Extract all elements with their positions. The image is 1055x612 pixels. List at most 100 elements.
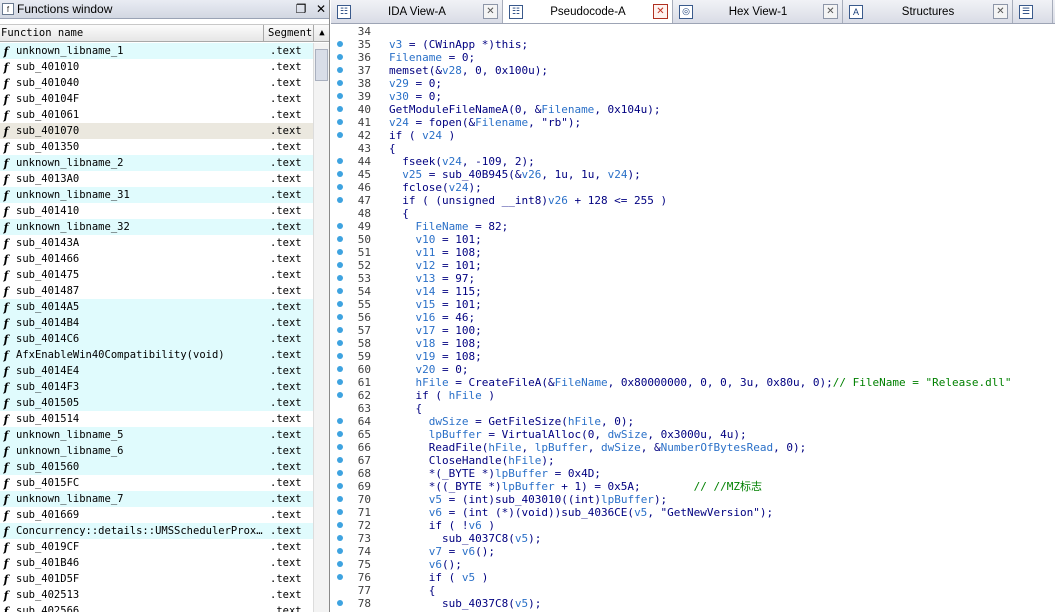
function-row[interactable]: f unknown_libname_5 .text — [0, 427, 313, 443]
code-line[interactable]: 59 v19 = 108; — [331, 350, 1055, 363]
function-row[interactable]: f sub_4014B4 .text — [0, 315, 313, 331]
breakpoint-dot-icon[interactable] — [337, 444, 343, 450]
function-row[interactable]: f sub_401B46 .text — [0, 555, 313, 571]
code-line[interactable]: 68 *(_BYTE *)lpBuffer = 0x4D; — [331, 467, 1055, 480]
function-row[interactable]: f sub_401D5F .text — [0, 571, 313, 587]
breakpoint-dot-icon[interactable] — [337, 301, 343, 307]
breakpoint-dot-icon[interactable] — [337, 132, 343, 138]
function-row[interactable]: f sub_4014E4 .text — [0, 363, 313, 379]
breakpoint-dot-icon[interactable] — [337, 197, 343, 203]
restore-window-icon[interactable]: ❐ — [293, 1, 309, 17]
code-line[interactable]: 55 v15 = 101; — [331, 298, 1055, 311]
breakpoint-dot-icon[interactable] — [337, 67, 343, 73]
breakpoint-dot-icon[interactable] — [337, 535, 343, 541]
code-line[interactable]: 74 v7 = v6(); — [331, 545, 1055, 558]
breakpoint-dot-icon[interactable] — [337, 119, 343, 125]
breakpoint-dot-icon[interactable] — [337, 249, 343, 255]
function-row[interactable]: f sub_401010 .text — [0, 59, 313, 75]
code-line[interactable]: 51 v11 = 108; — [331, 246, 1055, 259]
breakpoint-dot-icon[interactable] — [337, 314, 343, 320]
code-line[interactable]: 67 CloseHandle(hFile); — [331, 454, 1055, 467]
function-row[interactable]: f sub_4014A5 .text — [0, 299, 313, 315]
breakpoint-dot-icon[interactable] — [337, 223, 343, 229]
function-row[interactable]: f sub_4013A0 .text — [0, 171, 313, 187]
code-line[interactable]: 65 lpBuffer = VirtualAlloc(0, dwSize, 0x… — [331, 428, 1055, 441]
tab-ida-view-a[interactable]: ☷ IDA View-A ✕ — [331, 0, 503, 23]
breakpoint-dot-icon[interactable] — [337, 600, 343, 606]
function-row[interactable]: f unknown_libname_1 .text — [0, 43, 313, 59]
breakpoint-dot-icon[interactable] — [337, 522, 343, 528]
breakpoint-dot-icon[interactable] — [337, 80, 343, 86]
function-row[interactable]: f sub_401350 .text — [0, 139, 313, 155]
function-row[interactable]: f sub_402566 .text — [0, 603, 313, 612]
breakpoint-dot-icon[interactable] — [337, 418, 343, 424]
function-row[interactable]: f sub_4014C6 .text — [0, 331, 313, 347]
function-row[interactable]: f unknown_libname_31 .text — [0, 187, 313, 203]
code-line[interactable]: 34 — [331, 25, 1055, 38]
code-line[interactable]: 54 v14 = 115; — [331, 285, 1055, 298]
breakpoint-dot-icon[interactable] — [337, 470, 343, 476]
code-line[interactable]: 77 { — [331, 584, 1055, 597]
pseudocode-view[interactable]: 34 35 v3 = (CWinApp *)this; 36 Filename = 0;… — [331, 25, 1055, 612]
breakpoint-dot-icon[interactable] — [337, 392, 343, 398]
code-line[interactable]: 35 v3 = (CWinApp *)this; — [331, 38, 1055, 51]
code-line[interactable]: 75 v6(); — [331, 558, 1055, 571]
breakpoint-dot-icon[interactable] — [337, 431, 343, 437]
function-row[interactable]: f AfxEnableWin40Compatibility(void) .text — [0, 347, 313, 363]
tab-close-icon[interactable]: ✕ — [653, 4, 668, 19]
code-line[interactable]: 57 v17 = 100; — [331, 324, 1055, 337]
breakpoint-dot-icon[interactable] — [337, 288, 343, 294]
code-line[interactable]: 58 v18 = 108; — [331, 337, 1055, 350]
breakpoint-dot-icon[interactable] — [337, 275, 343, 281]
function-row[interactable]: f unknown_libname_6 .text — [0, 443, 313, 459]
function-row[interactable]: f sub_4015FC .text — [0, 475, 313, 491]
code-line[interactable]: 37 memset(&v28, 0, 0x100u); — [331, 64, 1055, 77]
code-line[interactable]: 66 ReadFile(hFile, lpBuffer, dwSize, &Nu… — [331, 441, 1055, 454]
breakpoint-dot-icon[interactable] — [337, 548, 343, 554]
function-row[interactable]: f sub_401410 .text — [0, 203, 313, 219]
function-row[interactable]: f sub_40104F .text — [0, 91, 313, 107]
column-header-segment[interactable]: Segment — [264, 25, 314, 41]
breakpoint-dot-icon[interactable] — [337, 184, 343, 190]
function-row[interactable]: f sub_4014F3 .text — [0, 379, 313, 395]
function-row[interactable]: f unknown_libname_32 .text — [0, 219, 313, 235]
code-line[interactable]: 38 v29 = 0; — [331, 77, 1055, 90]
function-row[interactable]: f sub_401514 .text — [0, 411, 313, 427]
code-line[interactable]: 72 if ( !v6 ) — [331, 519, 1055, 532]
code-line[interactable]: 39 v30 = 0; — [331, 90, 1055, 103]
code-line[interactable]: 48 { — [331, 207, 1055, 220]
column-header-function-name[interactable]: Function name — [0, 25, 264, 41]
breakpoint-dot-icon[interactable] — [337, 327, 343, 333]
breakpoint-dot-icon[interactable] — [337, 158, 343, 164]
function-row[interactable]: f sub_401040 .text — [0, 75, 313, 91]
sort-up-icon[interactable]: ▲ — [314, 25, 329, 41]
code-line[interactable]: 49 FileName = 82; — [331, 220, 1055, 233]
scrollbar-thumb[interactable] — [315, 49, 328, 81]
breakpoint-dot-icon[interactable] — [337, 106, 343, 112]
code-line[interactable]: 61 hFile = CreateFileA(&FileName, 0x8000… — [331, 376, 1055, 389]
breakpoint-dot-icon[interactable] — [337, 574, 343, 580]
code-line[interactable]: 52 v12 = 101; — [331, 259, 1055, 272]
breakpoint-dot-icon[interactable] — [337, 236, 343, 242]
tab-extra[interactable]: ☰ — [1013, 0, 1053, 23]
function-row[interactable]: f sub_40143A .text — [0, 235, 313, 251]
function-row[interactable]: f sub_401466 .text — [0, 251, 313, 267]
function-row[interactable]: f sub_401070 .text — [0, 123, 313, 139]
breakpoint-dot-icon[interactable] — [337, 366, 343, 372]
close-window-icon[interactable]: ✕ — [313, 1, 329, 17]
code-line[interactable]: 36 Filename = 0; — [331, 51, 1055, 64]
code-line[interactable]: 46 fclose(v24); — [331, 181, 1055, 194]
tab-hex-view-1[interactable]: ◎ Hex View-1 ✕ — [673, 0, 843, 23]
code-line[interactable]: 56 v16 = 46; — [331, 311, 1055, 324]
code-line[interactable]: 71 v6 = (int (*)(void))sub_4036CE(v5, "G… — [331, 506, 1055, 519]
tab-close-icon[interactable]: ✕ — [823, 4, 838, 19]
breakpoint-dot-icon[interactable] — [337, 379, 343, 385]
functions-scrollbar[interactable] — [313, 43, 329, 612]
breakpoint-dot-icon[interactable] — [337, 262, 343, 268]
code-line[interactable]: 70 v5 = (int)sub_403010((int)lpBuffer); — [331, 493, 1055, 506]
code-line[interactable]: 45 v25 = sub_40B945(&v26, 1u, 1u, v24); — [331, 168, 1055, 181]
function-row[interactable]: f sub_402513 .text — [0, 587, 313, 603]
code-line[interactable]: 63 { — [331, 402, 1055, 415]
code-line[interactable]: 47 if ( (unsigned __int8)v26 + 128 <= 25… — [331, 194, 1055, 207]
breakpoint-dot-icon[interactable] — [337, 457, 343, 463]
